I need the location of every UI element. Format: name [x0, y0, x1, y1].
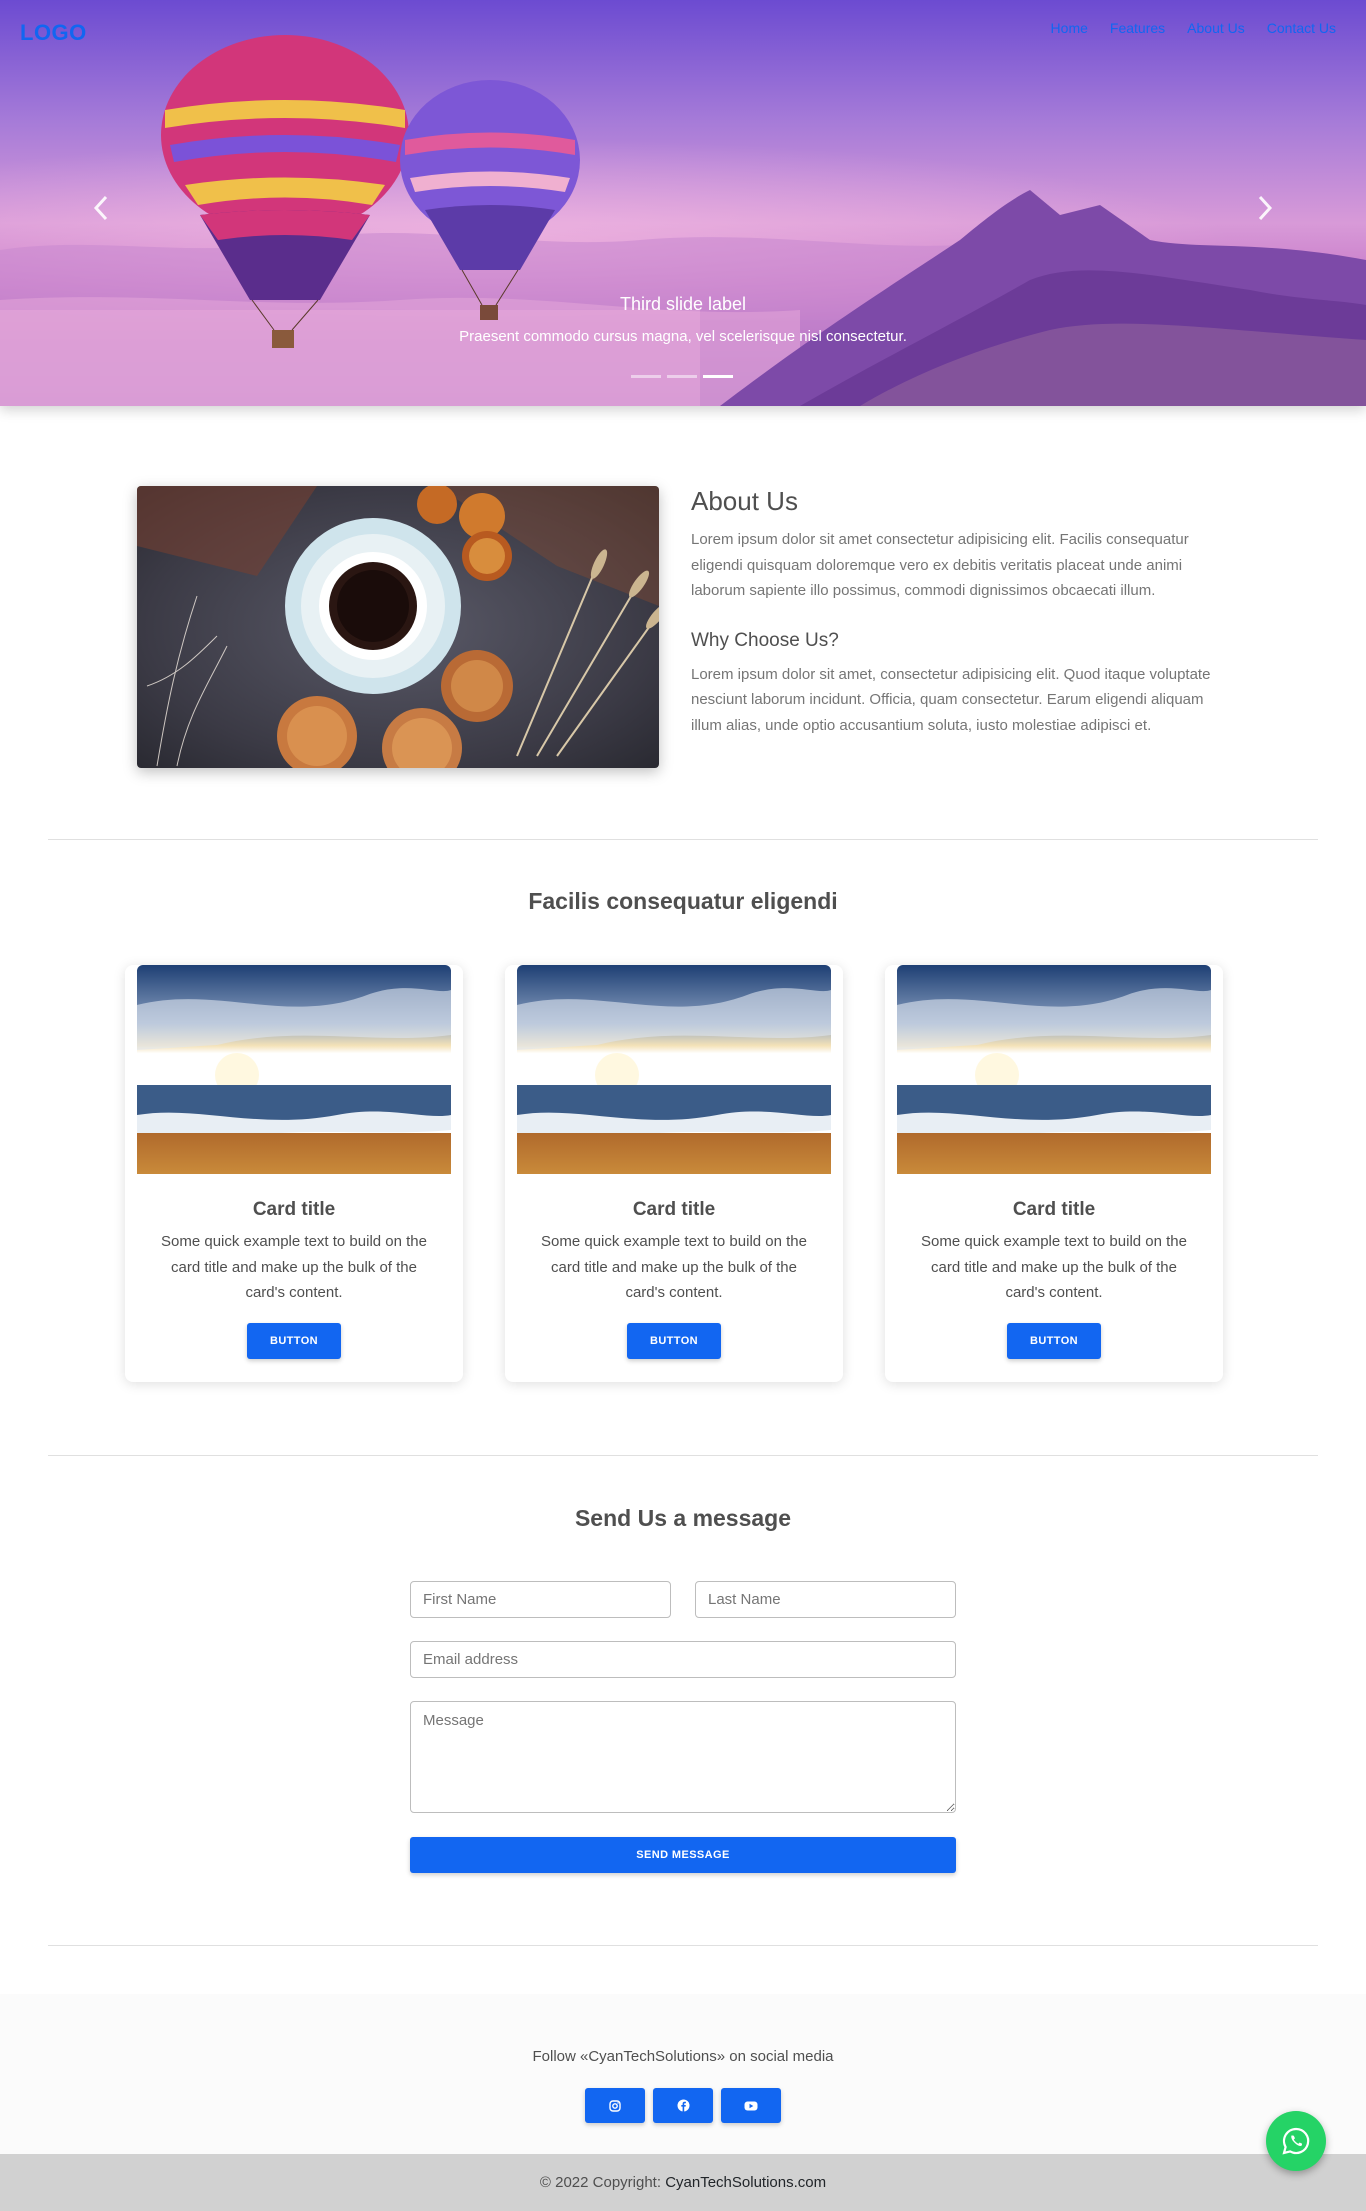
carousel-prev-button[interactable] [86, 190, 116, 226]
chevron-left-icon [93, 195, 108, 221]
card-title: Card title [632, 1199, 716, 1220]
first-name-input[interactable] [410, 1581, 671, 1618]
section-divider [48, 1455, 1318, 1456]
youtube-icon [744, 2101, 758, 2110]
beach-sunset-photo [517, 965, 831, 1174]
chevron-right-icon [1258, 195, 1273, 221]
instagram-button[interactable] [585, 2088, 645, 2123]
copyright-prefix: © 2022 Copyright: [539, 2174, 666, 2191]
carousel-indicators [631, 375, 733, 378]
card-button[interactable]: Button [1007, 1323, 1101, 1359]
nav-about-us[interactable]: About Us [1187, 20, 1245, 36]
card: Card title Some quick example text to bu… [885, 965, 1223, 1382]
card: Card title Some quick example text to bu… [505, 965, 843, 1382]
carousel-background-image [0, 35, 1366, 406]
card-title: Card title [252, 1199, 336, 1220]
cards-section-title: Facilis consequatur eligendi [528, 888, 838, 914]
logo[interactable]: LOGO [20, 20, 87, 46]
card-image [137, 965, 451, 1174]
footer: Follow «CyanTechSolutions» on social med… [0, 1994, 1366, 2154]
nav-home[interactable]: Home [1051, 20, 1088, 36]
email-input[interactable] [410, 1641, 956, 1678]
card-button[interactable]: Button [247, 1323, 341, 1359]
section-divider [48, 1945, 1318, 1946]
section-divider [48, 839, 1318, 840]
card-image [897, 965, 1211, 1174]
facebook-button[interactable] [653, 2088, 713, 2123]
main-nav: Home Features About Us Contact Us [1051, 20, 1336, 36]
last-name-input[interactable] [695, 1581, 956, 1618]
hero-carousel: LOGO Home Features About Us Contact Us T… [0, 0, 1366, 406]
carousel-indicator-3[interactable] [703, 375, 733, 378]
contact-section-title: Send Us a message [574, 1505, 792, 1531]
whatsapp-button[interactable] [1266, 2111, 1326, 2171]
why-choose-us-title: Why Choose Us? [691, 629, 839, 651]
card-title: Card title [1012, 1199, 1096, 1220]
message-textarea[interactable] [410, 1701, 956, 1813]
about-image [137, 486, 659, 768]
card-text: Some quick example text to build on the … [921, 1233, 1187, 1302]
copyright-link[interactable]: CyanTechSolutions.com [665, 2174, 826, 2191]
carousel-caption-title: Third slide label [619, 294, 747, 314]
beach-sunset-photo [897, 965, 1211, 1174]
facebook-icon [677, 2099, 689, 2112]
instagram-icon [609, 2099, 621, 2112]
carousel-next-button[interactable] [1250, 190, 1280, 226]
copyright-bar: © 2022 Copyright: CyanTechSolutions.com [0, 2154, 1366, 2211]
card-image [517, 965, 831, 1174]
youtube-button[interactable] [721, 2088, 781, 2123]
card-text: Some quick example text to build on the … [161, 1233, 427, 1302]
carousel-indicator-2[interactable] [667, 375, 697, 378]
nav-contact-us[interactable]: Contact Us [1267, 20, 1336, 36]
whatsapp-icon [1282, 2127, 1310, 2155]
coffee-table-photo [137, 486, 659, 768]
card-text: Some quick example text to build on the … [541, 1233, 807, 1302]
nav-features[interactable]: Features [1110, 20, 1165, 36]
about-title: About Us [691, 486, 798, 516]
about-section: About Us Lorem ipsum dolor sit amet cons… [691, 486, 1235, 739]
carousel-indicator-1[interactable] [631, 375, 661, 378]
card: Card title Some quick example text to bu… [125, 965, 463, 1382]
beach-sunset-photo [137, 965, 451, 1174]
carousel-caption-text: Praesent commodo cursus magna, vel scele… [459, 328, 907, 345]
about-text: Lorem ipsum dolor sit amet consectetur a… [691, 531, 1189, 600]
follow-text: Follow «CyanTechSolutions» on social med… [532, 2048, 834, 2065]
card-button[interactable]: Button [627, 1323, 721, 1359]
send-message-button[interactable]: Send message [410, 1837, 956, 1873]
why-choose-us-text: Lorem ipsum dolor sit amet, consectetur … [691, 665, 1211, 734]
